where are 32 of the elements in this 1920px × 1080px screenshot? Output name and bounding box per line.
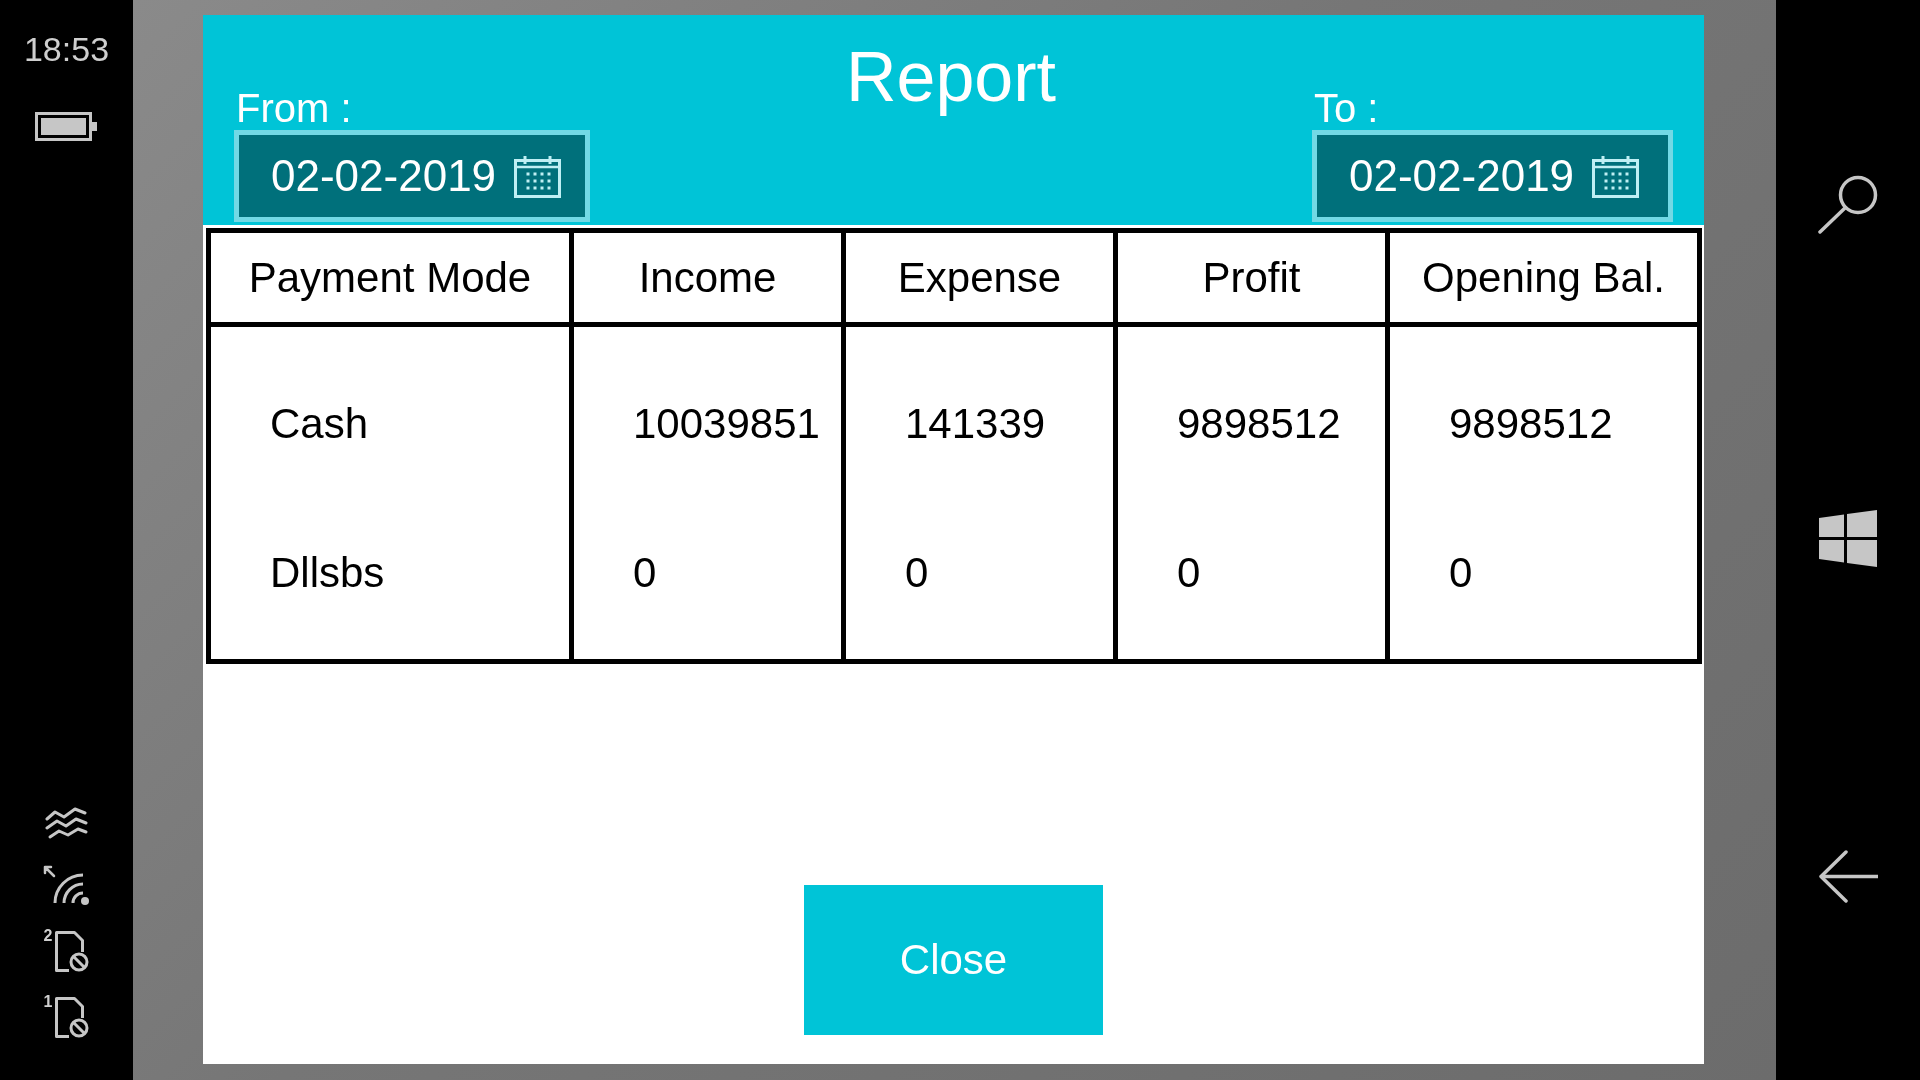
sim-slot-number: 2: [43, 928, 53, 944]
sim-slot-number: 1: [43, 994, 53, 1010]
column-header: Payment Mode: [211, 233, 569, 322]
table-cell-text: 9898512: [1449, 398, 1613, 449]
windows-logo-icon[interactable]: [1819, 510, 1877, 567]
search-icon[interactable]: [1817, 174, 1879, 234]
dialog-title: Report: [844, 37, 1058, 118]
table-cell-text: 10039851: [633, 398, 820, 449]
calendar-icon: [1592, 154, 1640, 198]
date-label: To :: [1314, 86, 1379, 130]
column-header: Income: [574, 233, 841, 322]
date-field[interactable]: 02-02-2019: [234, 130, 590, 222]
table-cell-text: 141339: [905, 398, 1046, 449]
table-cell-text: 9898512: [1177, 398, 1341, 449]
wavy-lines-icon: [45, 805, 88, 840]
table-cell-text: Dllsbs: [270, 547, 385, 598]
wifi-arrow-icon: [42, 865, 91, 906]
column-header: Profit: [1118, 233, 1385, 322]
table-cell-text: 0: [1177, 547, 1201, 598]
date-field[interactable]: 02-02-2019: [1312, 130, 1673, 222]
date-label: From :: [236, 86, 352, 130]
table-cell-text: 0: [1449, 547, 1473, 598]
table-cell-text: Cash: [270, 398, 369, 449]
battery-icon: [35, 112, 98, 141]
column-header: Expense: [846, 233, 1113, 322]
column-header: Opening Bal.: [1390, 233, 1697, 322]
table-cell-text: 0: [633, 547, 657, 598]
table-cell-text: 0: [905, 547, 929, 598]
clock-time: 18:53: [23, 32, 110, 66]
sim-card-blocked-icon: [53, 931, 90, 972]
calendar-icon: [514, 154, 562, 198]
sim-card-blocked-icon: [53, 997, 90, 1038]
